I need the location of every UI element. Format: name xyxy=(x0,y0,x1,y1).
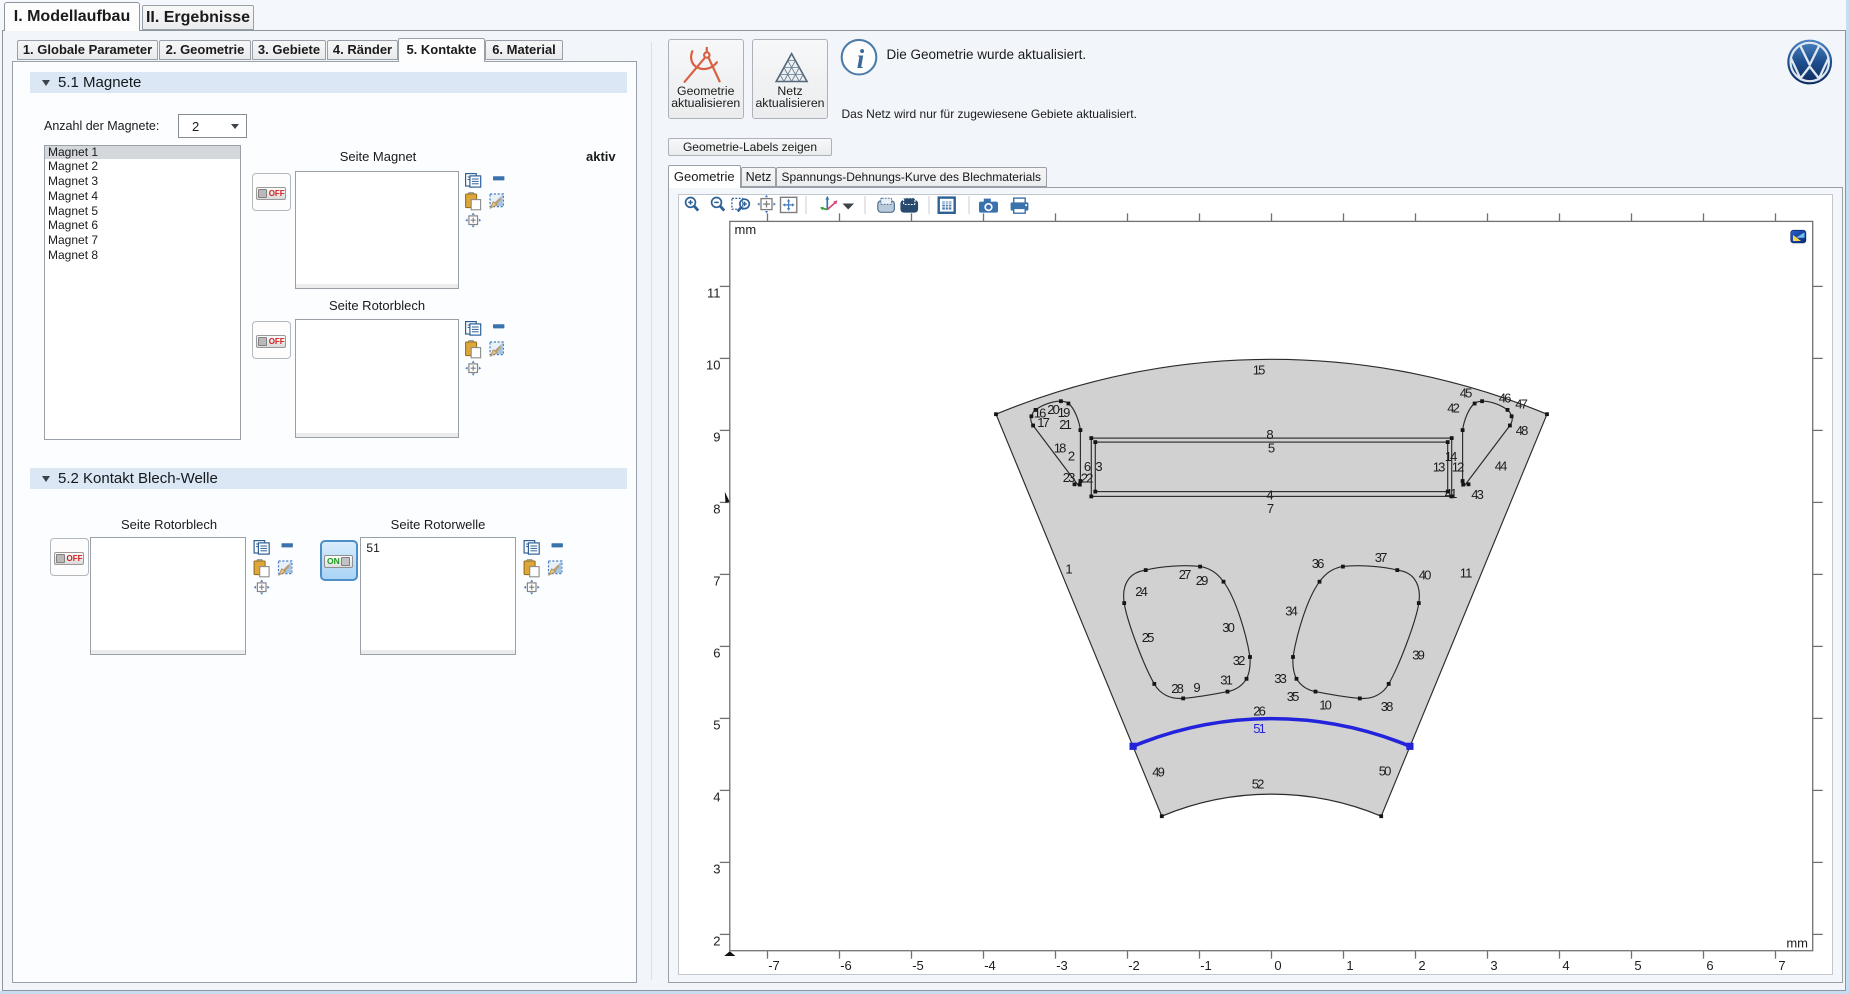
svg-text:2: 2 xyxy=(713,933,720,948)
svg-text:12: 12 xyxy=(1452,460,1465,475)
svg-text:21: 21 xyxy=(1059,417,1072,432)
svg-text:44: 44 xyxy=(1495,459,1508,474)
svg-text:48: 48 xyxy=(1516,423,1529,438)
svg-text:-2: -2 xyxy=(1128,958,1140,973)
svg-text:5: 5 xyxy=(1268,441,1275,456)
svg-text:26: 26 xyxy=(1253,704,1266,719)
svg-text:-5: -5 xyxy=(912,958,924,973)
svg-text:39: 39 xyxy=(1412,648,1425,663)
svg-text:37: 37 xyxy=(1375,550,1388,565)
svg-text:52: 52 xyxy=(1252,777,1265,792)
svg-text:36: 36 xyxy=(1312,556,1325,571)
svg-text:mm: mm xyxy=(1786,936,1808,951)
svg-text:11: 11 xyxy=(1460,566,1473,581)
svg-text:18: 18 xyxy=(1054,441,1067,456)
svg-text:-6: -6 xyxy=(840,958,852,973)
svg-text:45: 45 xyxy=(1460,386,1473,401)
svg-text:1: 1 xyxy=(1346,958,1353,973)
svg-text:38: 38 xyxy=(1381,699,1394,714)
svg-text:31: 31 xyxy=(1220,673,1233,688)
svg-text:10: 10 xyxy=(1319,698,1332,713)
svg-text:5: 5 xyxy=(713,717,720,732)
svg-text:47: 47 xyxy=(1515,397,1528,412)
svg-text:46: 46 xyxy=(1499,391,1512,406)
svg-text:9: 9 xyxy=(1193,680,1200,695)
svg-text:9: 9 xyxy=(713,429,720,444)
svg-text:42: 42 xyxy=(1447,401,1460,416)
svg-text:50: 50 xyxy=(1379,764,1392,779)
svg-text:2: 2 xyxy=(1418,958,1425,973)
svg-text:-3: -3 xyxy=(1056,958,1068,973)
svg-text:3: 3 xyxy=(1490,958,1497,973)
svg-text:8: 8 xyxy=(713,501,720,516)
svg-text:29: 29 xyxy=(1196,573,1209,588)
svg-text:1: 1 xyxy=(1065,562,1072,577)
svg-text:49: 49 xyxy=(1152,765,1165,780)
svg-text:7: 7 xyxy=(713,573,720,588)
svg-text:32: 32 xyxy=(1233,653,1246,668)
svg-text:23: 23 xyxy=(1063,470,1076,485)
svg-text:6: 6 xyxy=(1706,958,1713,973)
svg-text:11: 11 xyxy=(707,285,721,300)
svg-text:40: 40 xyxy=(1419,568,1432,583)
svg-text:5: 5 xyxy=(1634,958,1641,973)
svg-text:15: 15 xyxy=(1253,363,1266,378)
svg-text:33: 33 xyxy=(1274,671,1287,686)
svg-text:41: 41 xyxy=(1445,486,1458,501)
svg-text:i: i xyxy=(857,44,865,74)
svg-text:3: 3 xyxy=(713,861,720,876)
svg-text:0: 0 xyxy=(1274,958,1281,973)
svg-text:3: 3 xyxy=(1095,459,1102,474)
svg-text:30: 30 xyxy=(1222,620,1235,635)
svg-text:28: 28 xyxy=(1171,681,1184,696)
svg-text:34: 34 xyxy=(1285,604,1298,619)
svg-text:24: 24 xyxy=(1135,584,1148,599)
svg-text:7: 7 xyxy=(1267,501,1274,516)
svg-text:27: 27 xyxy=(1179,567,1192,582)
svg-text:4: 4 xyxy=(713,789,720,804)
svg-text:7: 7 xyxy=(1778,958,1785,973)
svg-text:-4: -4 xyxy=(984,958,996,973)
svg-text:25: 25 xyxy=(1142,630,1155,645)
svg-text:6: 6 xyxy=(713,645,720,660)
svg-text:-7: -7 xyxy=(768,958,780,973)
svg-text:-1: -1 xyxy=(1200,958,1212,973)
svg-text:43: 43 xyxy=(1471,487,1484,502)
svg-text:13: 13 xyxy=(1433,460,1446,475)
svg-text:10: 10 xyxy=(706,357,720,372)
svg-text:17: 17 xyxy=(1037,415,1050,430)
svg-text:51: 51 xyxy=(1253,721,1266,736)
svg-text:35: 35 xyxy=(1287,689,1300,704)
svg-text:mm: mm xyxy=(735,222,757,237)
svg-text:4: 4 xyxy=(1562,958,1569,973)
svg-text:6: 6 xyxy=(1084,459,1091,474)
svg-text:2: 2 xyxy=(1068,449,1075,464)
